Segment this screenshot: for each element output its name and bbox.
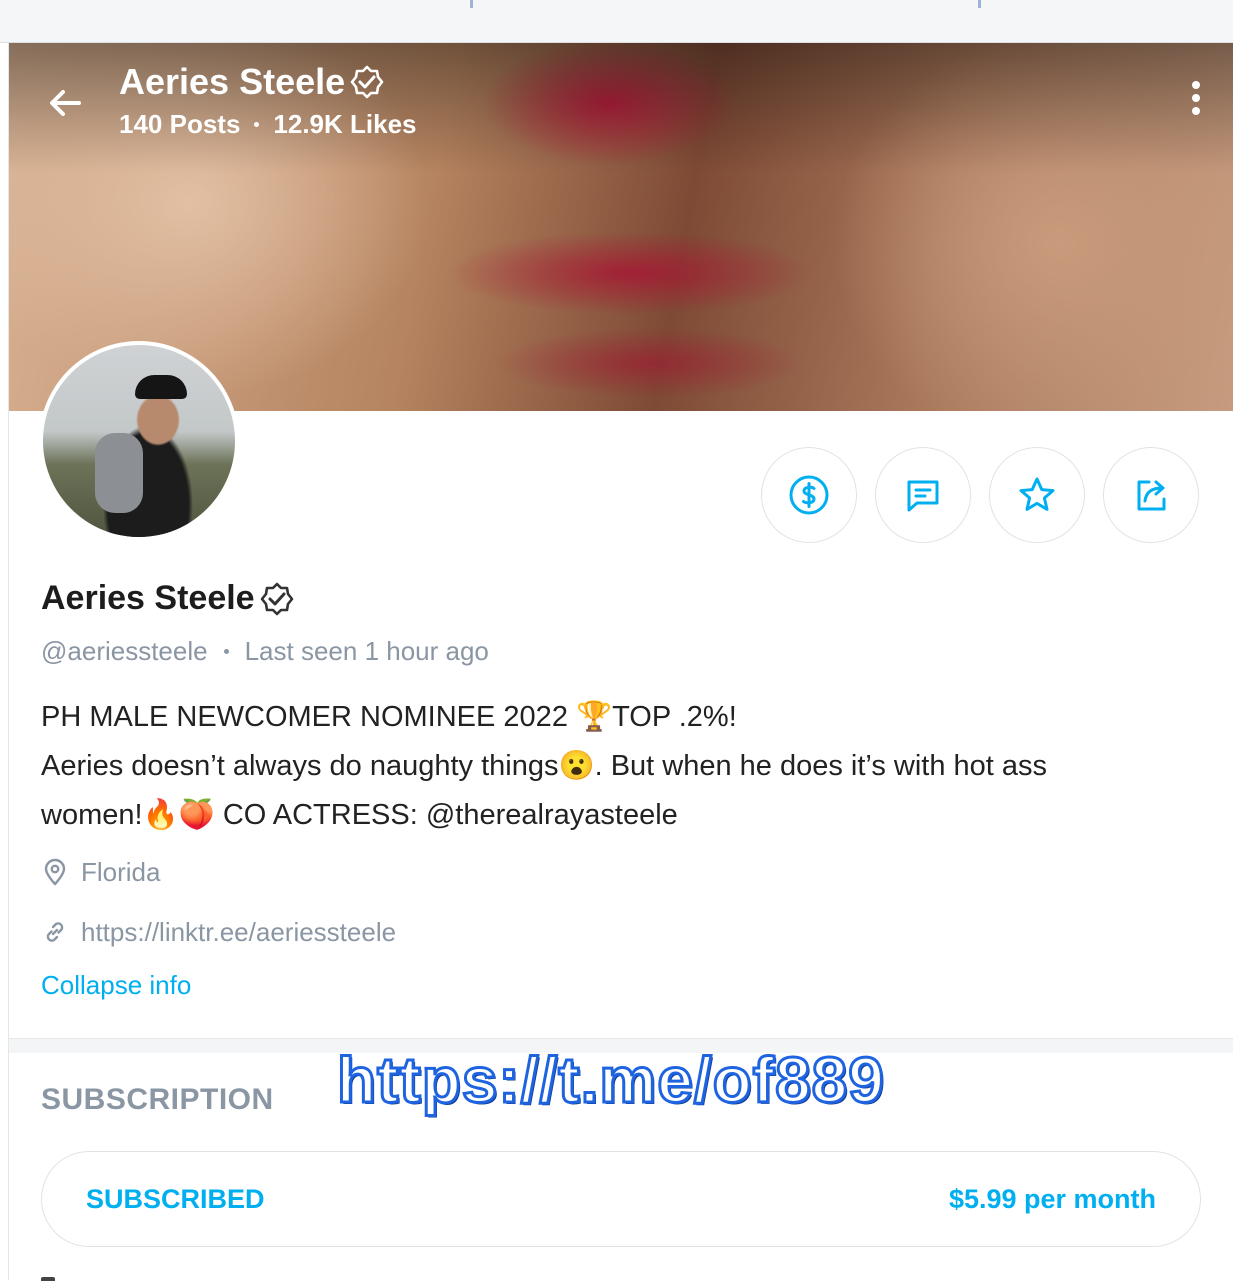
cover-header: Aeries Steele 140 Posts 12.9K Likes — [119, 61, 417, 140]
top-strip-fragment — [978, 0, 981, 8]
profile-name-row: Aeries Steele — [41, 579, 1211, 618]
watermark-text: https://t.me/of889 — [336, 1043, 886, 1118]
subscription-price: $5.99 per month — [948, 1183, 1156, 1214]
bio-line: women!🔥🍑 CO ACTRESS: @therealrayasteele — [41, 799, 678, 831]
link-icon — [46, 922, 64, 942]
website-row: https://linktr.ee/aeriessteele — [41, 912, 1211, 952]
cover-profile-name: Aeries Steele — [119, 61, 346, 102]
star-icon — [1019, 477, 1055, 511]
verified-badge-icon — [260, 582, 293, 615]
share-button[interactable] — [1103, 447, 1199, 543]
avatar-photo — [43, 345, 235, 537]
dollar-circle-icon — [789, 475, 829, 515]
location-text: Florida — [81, 856, 161, 887]
verified-badge-icon — [350, 65, 384, 99]
top-strip-fragment — [470, 0, 473, 8]
last-seen: Last seen 1 hour ago — [244, 636, 489, 666]
profile-actions — [761, 447, 1199, 543]
separator-dot — [254, 122, 260, 127]
bio-line: Aeries doesn’t always do naughty things😮… — [41, 750, 1048, 782]
message-icon — [907, 480, 939, 512]
map-pin-icon — [44, 858, 66, 886]
posts-count: 140 Posts — [119, 109, 241, 139]
tip-button[interactable] — [761, 447, 857, 543]
separator-dot — [223, 649, 229, 654]
bio-line: PH MALE NEWCOMER NOMINEE 2022 🏆TOP .2%! — [41, 701, 737, 733]
kebab-menu-icon[interactable] — [1188, 81, 1204, 121]
collapse-info-link[interactable]: Collapse info — [41, 970, 1211, 1001]
favorite-button[interactable] — [989, 447, 1085, 543]
profile-name: Aeries Steele — [41, 579, 255, 617]
subscription-status: SUBSCRIBED — [86, 1183, 265, 1214]
arrow-left-icon — [50, 90, 81, 116]
location-row: Florida — [41, 852, 1211, 892]
profile-handle[interactable]: @aeriessteele — [41, 636, 208, 667]
profile-bio: PH MALE NEWCOMER NOMINEE 2022 🏆TOP .2%! … — [41, 693, 1211, 840]
message-button[interactable] — [875, 447, 971, 543]
profile-page: Aeries Steele 140 Posts 12.9K Likes Aeri… — [8, 43, 1233, 1281]
profile-info: Aeries Steele @aeriessteele Last seen 1 … — [41, 579, 1211, 1001]
share-icon — [1137, 480, 1166, 511]
avatar[interactable] — [39, 341, 239, 541]
profile-meta: @aeriessteele Last seen 1 hour ago — [41, 636, 1211, 667]
browser-top-strip — [0, 0, 1233, 43]
cover-name-row: Aeries Steele — [119, 61, 417, 103]
subscription-status-button[interactable]: SUBSCRIBED $5.99 per month — [41, 1151, 1201, 1247]
website-link[interactable]: https://linktr.ee/aeriessteele — [81, 917, 396, 948]
likes-count: 12.9K Likes — [273, 109, 417, 139]
subscription-heading: SUBSCRIPTION — [41, 1083, 274, 1116]
cover-stats: 140 Posts 12.9K Likes — [119, 109, 417, 140]
back-button[interactable] — [45, 83, 85, 123]
